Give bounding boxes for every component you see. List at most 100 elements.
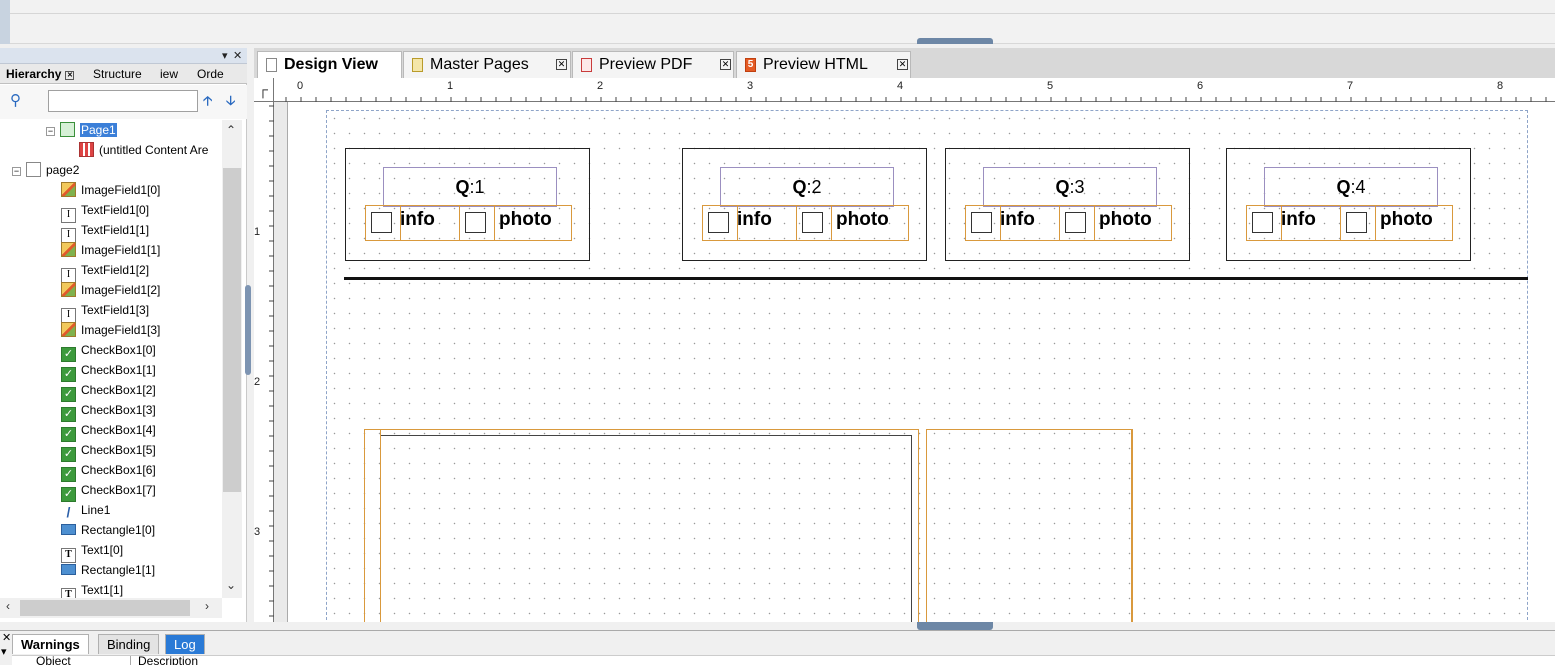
info-label: info [1281, 209, 1316, 230]
info-checkbox[interactable] [708, 212, 729, 233]
collapse-icon[interactable]: − [46, 127, 55, 136]
tree-item[interactable]: / Line1 [61, 500, 111, 520]
option-row: info photo [702, 205, 909, 241]
column-header-object[interactable]: Object [36, 656, 71, 665]
panel-tabs: Hierarchy ✕ Structure iew Orde [0, 64, 247, 84]
tree-item[interactable]: I TextField1[1] [61, 220, 149, 243]
bottom-splitter-grip[interactable] [917, 622, 993, 630]
tab-log[interactable]: Log [165, 634, 205, 654]
search-input[interactable] [48, 90, 198, 112]
rectangle1-0[interactable] [364, 429, 919, 622]
ruler-label: 1 [254, 226, 261, 238]
tree-item[interactable]: ✓ CheckBox1[2] [61, 380, 156, 402]
question-prefix: Q [1055, 177, 1070, 197]
search-icon[interactable]: ⚲ [10, 91, 21, 109]
tab-preview-html[interactable]: 5 Preview HTML ✕ [736, 51, 911, 78]
question-group[interactable]: Q:3 info photo [945, 148, 1190, 261]
chevron-left-icon[interactable]: ‹ [6, 599, 10, 613]
panel-close-icon[interactable]: ✕ [233, 49, 242, 62]
panel-splitter[interactable] [245, 285, 251, 375]
line1[interactable] [344, 277, 1528, 280]
panel-menu-icon[interactable]: ▾ [222, 49, 228, 62]
tree-item-label: Page1 [80, 123, 117, 137]
photo-checkbox[interactable] [1346, 212, 1367, 233]
photo-label: photo [499, 209, 552, 230]
info-checkbox[interactable] [371, 212, 392, 233]
tab-structure[interactable]: Structure [93, 67, 142, 81]
tree-item[interactable]: ✓ CheckBox1[5] [61, 440, 156, 462]
tree-vertical-scrollbar[interactable]: ⌃ ⌄ [222, 120, 242, 598]
chevron-up-icon[interactable]: ⌃ [226, 123, 236, 137]
designer-window: ▾ ✕ Hierarchy ✕ Structure iew Orde ⚲ 🡡 🡣 … [0, 0, 1555, 665]
close-icon[interactable]: ✕ [720, 59, 731, 70]
tree-item[interactable]: ✓ CheckBox1[4] [61, 420, 156, 442]
tree-item[interactable]: Rectangle1[1] [61, 560, 155, 580]
question-label[interactable]: Q:1 [383, 167, 557, 207]
question-label[interactable]: Q:3 [983, 167, 1157, 207]
tab-binding[interactable]: Binding [98, 634, 160, 654]
tree-item-label: ImageField1[0] [81, 183, 161, 197]
tree-item[interactable]: ✓ CheckBox1[3] [61, 400, 156, 422]
tree-item-label: CheckBox1[4] [81, 423, 156, 437]
tab-preview-pdf[interactable]: Preview PDF ✕ [572, 51, 734, 78]
close-icon[interactable]: ✕ [2, 631, 11, 644]
close-icon[interactable]: ✕ [897, 59, 908, 70]
info-checkbox[interactable] [1252, 212, 1273, 233]
tab-hierarchy[interactable]: Hierarchy ✕ [6, 67, 75, 81]
tree-item[interactable]: ✓ CheckBox1[1] [61, 360, 156, 382]
tree-item[interactable]: ✓ CheckBox1[6] [61, 460, 156, 482]
tree-item[interactable]: I TextField1[0] [61, 200, 149, 223]
info-checkbox[interactable] [971, 212, 992, 233]
top-splitter-grip[interactable] [917, 38, 993, 44]
tree-item[interactable]: ImageField1[1] [61, 240, 160, 260]
arrow-up-icon[interactable]: 🡡 [203, 92, 212, 114]
question-group[interactable]: Q:4 info photo [1226, 148, 1471, 261]
tree-item-label: CheckBox1[5] [81, 443, 156, 457]
chevron-right-icon[interactable]: › [205, 599, 209, 613]
tab-design-view[interactable]: Design View [257, 51, 402, 79]
page-icon [266, 58, 277, 72]
tab-order[interactable]: Orde [197, 67, 224, 81]
photo-checkbox[interactable] [802, 212, 823, 233]
design-canvas[interactable]: Q:1 info photo Q:2 info photo Q:3 info photo Q:4 i… [274, 102, 1555, 622]
tree-item[interactable]: ✓ CheckBox1[0] [61, 340, 156, 362]
tree-item[interactable]: − Page1 [46, 120, 117, 140]
chevron-down-icon[interactable]: ⌄ [226, 578, 236, 592]
tree-item[interactable]: ImageField1[3] [61, 320, 160, 340]
question-label[interactable]: Q:2 [720, 167, 894, 207]
tree-item[interactable]: ImageField1[2] [61, 280, 160, 300]
option-row: info photo [365, 205, 572, 241]
question-prefix: Q [792, 177, 807, 197]
scrollbar-thumb[interactable] [223, 168, 241, 492]
tree-item[interactable]: T Text1[1] [61, 580, 123, 598]
photo-checkbox[interactable] [465, 212, 486, 233]
tree-item[interactable]: (untitled Content Are [79, 140, 208, 160]
tree-item[interactable]: − page2 [12, 160, 79, 180]
question-label[interactable]: Q:4 [1264, 167, 1438, 207]
tree-item[interactable]: T Text1[0] [61, 540, 123, 563]
question-group[interactable]: Q:2 info photo [682, 148, 927, 261]
collapse-icon[interactable]: − [12, 167, 21, 176]
tree-item[interactable]: I TextField1[3] [61, 300, 149, 323]
tree-item[interactable]: I TextField1[2] [61, 260, 149, 283]
pdf-icon [581, 58, 592, 72]
tree-item[interactable]: Rectangle1[0] [61, 520, 155, 540]
ruler-label: 5 [1047, 80, 1054, 92]
tree-horizontal-scrollbar[interactable]: ‹ › [0, 598, 222, 618]
arrow-down-icon[interactable]: 🡣 [226, 92, 235, 114]
image-field-icon [61, 242, 76, 257]
photo-checkbox[interactable] [1065, 212, 1086, 233]
tab-view[interactable]: iew [160, 67, 178, 81]
close-icon[interactable]: ✕ [65, 71, 75, 80]
tree-item[interactable]: ✓ CheckBox1[7] [61, 480, 156, 502]
close-icon[interactable]: ✕ [556, 59, 567, 70]
question-group[interactable]: Q:1 info photo [345, 148, 590, 261]
tab-master-pages[interactable]: Master Pages ✕ [403, 51, 571, 78]
tree-item[interactable]: ImageField1[0] [61, 180, 160, 200]
question-prefix: Q [455, 177, 470, 197]
rectangle1-1[interactable] [926, 429, 1133, 622]
scrollbar-thumb[interactable] [20, 600, 190, 616]
column-header-description[interactable]: Description [138, 656, 198, 665]
tab-warnings[interactable]: Warnings [12, 634, 89, 654]
chevron-down-icon[interactable]: ▾ [1, 645, 7, 658]
